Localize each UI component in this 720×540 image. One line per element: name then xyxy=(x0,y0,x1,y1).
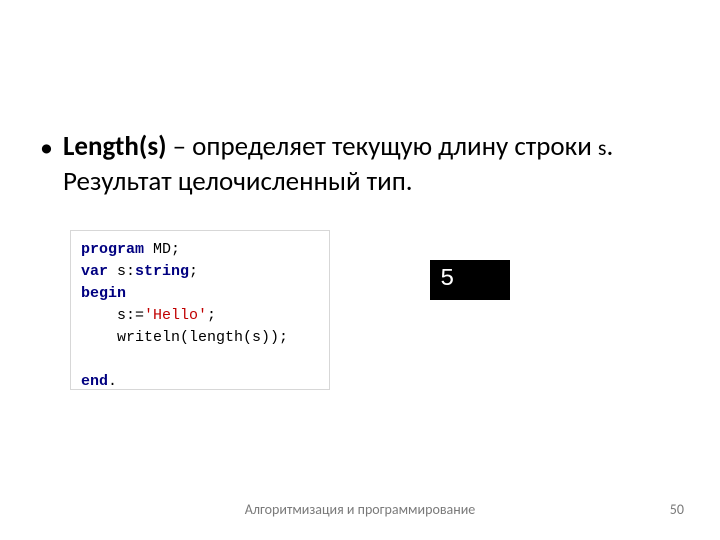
kw-program: program xyxy=(81,241,144,258)
length-function-name: Length(s) xyxy=(63,130,167,163)
id-md: MD xyxy=(144,241,171,258)
punct-semi-4: ; xyxy=(279,329,288,346)
kw-var: var xyxy=(81,263,108,280)
punct-semi-3: ; xyxy=(207,307,216,324)
punct-semi-2: ; xyxy=(189,263,198,280)
bullet-marker: • xyxy=(40,130,53,164)
kw-begin: begin xyxy=(81,285,126,302)
code-example: program MD; var s:string; begin s:='Hell… xyxy=(70,230,330,390)
writeln-call: writeln(length(s)) xyxy=(81,329,279,346)
footer-text: Алгоритмизация и программирование xyxy=(0,501,720,518)
page-number: 50 xyxy=(670,501,684,518)
punct-dot: . xyxy=(108,373,117,390)
assign-s: s:= xyxy=(81,307,144,324)
punct-semi-1: ; xyxy=(171,241,180,258)
bullet-item: • Length(s) – определяет текущую длину с… xyxy=(40,130,680,199)
blank-line xyxy=(81,351,90,368)
body-content: • Length(s) – определяет текущую длину с… xyxy=(40,130,680,199)
output-value: 5 xyxy=(440,260,454,300)
kw-end: end xyxy=(81,373,108,390)
bullet-text: Length(s) – определяет текущую длину стр… xyxy=(63,130,680,199)
console-output: 5 xyxy=(430,260,510,300)
bullet-text-1: – определяет текущую длину строки xyxy=(167,130,598,163)
string-hello: 'Hello' xyxy=(144,307,207,324)
param-s: s xyxy=(598,134,607,161)
id-s: s: xyxy=(108,263,135,280)
type-string: string xyxy=(135,263,189,280)
